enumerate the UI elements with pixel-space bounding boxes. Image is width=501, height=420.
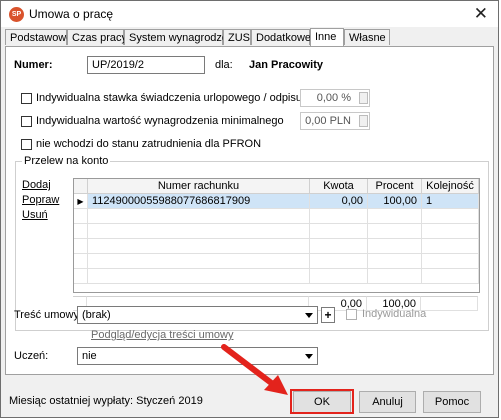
empty-row-cell: [422, 239, 479, 254]
empty-row-cell: [310, 224, 368, 239]
add-contract-text-button[interactable]: +: [321, 307, 335, 323]
account-number-cell[interactable]: 11249000055988077686817909: [88, 194, 310, 209]
empty-row-cell: [368, 224, 422, 239]
option-min-wage-checkbox[interactable]: [21, 116, 32, 127]
uczen-label: Uczeń:: [14, 350, 49, 362]
empty-row-cell: [88, 224, 310, 239]
dialog-window: SP Umowa o pracę ✕ Podstawowe Czas pracy…: [0, 0, 499, 418]
order-cell[interactable]: 1: [422, 194, 479, 209]
tab-inne[interactable]: Inne: [310, 28, 344, 46]
column-header-percent[interactable]: Procent: [368, 179, 422, 194]
empty-row-cell: [310, 269, 368, 284]
empty-row-cell: [422, 269, 479, 284]
empty-row-cell: [74, 224, 88, 239]
amount-cell[interactable]: 0,00: [310, 194, 368, 209]
chevron-down-icon: [305, 313, 313, 318]
contract-preview-link[interactable]: Podgląd/edycja treści umowy: [91, 329, 233, 341]
tresc-umowy-select[interactable]: (brak): [77, 306, 318, 324]
dla-label: dla:: [215, 59, 233, 71]
add-account-link[interactable]: Dodaj: [22, 179, 51, 191]
chevron-down-icon: [305, 354, 313, 359]
option-min-wage-label: Indywidualna wartość wynagrodzenia minim…: [36, 115, 284, 127]
empty-row-cell: [88, 209, 310, 224]
transfer-group-label: Przelew na konto: [22, 155, 111, 167]
numer-label: Numer:: [14, 59, 53, 71]
empty-row-cell: [368, 254, 422, 269]
totals-order-cell: [421, 296, 478, 311]
app-icon: SP: [9, 7, 24, 22]
status-text: Miesiąc ostatniej wypłaty: Styczeń 2019: [9, 395, 203, 407]
column-header-amount[interactable]: Kwota: [310, 179, 368, 194]
window-title: Umowa o pracę: [29, 7, 114, 21]
empty-row-cell: [88, 254, 310, 269]
row-indicator-icon: ▶: [74, 194, 88, 209]
empty-row-cell: [310, 239, 368, 254]
min-wage-calc-icon[interactable]: [359, 115, 368, 127]
tresc-umowy-value: (brak): [82, 309, 111, 321]
delete-account-link[interactable]: Usuń: [22, 209, 48, 221]
empty-row-cell: [88, 269, 310, 284]
tab-system-wynagrodzen[interactable]: System wynagrodzeń: [124, 29, 234, 45]
empty-row-cell: [88, 239, 310, 254]
empty-row-cell: [368, 239, 422, 254]
empty-row-cell: [310, 254, 368, 269]
individual-checkbox[interactable]: [346, 309, 357, 320]
option-pfron-label: nie wchodzi do stanu zatrudnienia dla PF…: [36, 138, 262, 150]
employee-name: Jan Pracowity: [249, 59, 323, 71]
empty-row-cell: [74, 239, 88, 254]
tab-podstawowe[interactable]: Podstawowe: [5, 29, 72, 45]
empty-row-cell: [74, 209, 88, 224]
percent-cell[interactable]: 100,00: [368, 194, 422, 209]
uczen-value: nie: [82, 350, 97, 362]
help-button[interactable]: Pomoc: [423, 391, 481, 413]
empty-row-cell: [74, 254, 88, 269]
empty-row-cell: [368, 209, 422, 224]
title-bar: SP Umowa o pracę ✕: [1, 1, 498, 27]
empty-row-cell: [422, 209, 479, 224]
empty-row-cell: [422, 254, 479, 269]
empty-row-cell: [368, 269, 422, 284]
accounts-table[interactable]: Numer rachunku Kwota Procent Kolejność ▶…: [73, 178, 480, 293]
individual-rate-calc-icon[interactable]: [359, 92, 368, 104]
option-pfron-checkbox[interactable]: [21, 139, 32, 150]
option-individual-rate-checkbox[interactable]: [21, 93, 32, 104]
edit-account-link[interactable]: Popraw: [22, 194, 59, 206]
tresc-umowy-label: Treść umowy:: [14, 309, 83, 321]
cancel-button[interactable]: Anuluj: [359, 391, 416, 413]
indicator-column-header: [74, 179, 88, 194]
close-icon[interactable]: ✕: [474, 4, 488, 24]
empty-row-cell: [74, 269, 88, 284]
empty-row-cell: [310, 209, 368, 224]
column-header-account[interactable]: Numer rachunku: [88, 179, 310, 194]
tab-czas-pracy[interactable]: Czas pracy: [67, 29, 127, 45]
column-header-order[interactable]: Kolejność: [422, 179, 479, 194]
tab-dodatkowe[interactable]: Dodatkowe: [251, 29, 311, 45]
empty-row-cell: [422, 224, 479, 239]
tab-wlasne[interactable]: Własne: [344, 29, 390, 45]
tab-zus[interactable]: ZUS: [223, 29, 251, 45]
individual-label: Indywidualna: [362, 308, 427, 320]
red-arrow-icon: [221, 344, 288, 395]
tab-panel-inne: Numer: UP/2019/2 dla: Jan Pracowity Indy…: [5, 46, 494, 375]
numer-input[interactable]: UP/2019/2: [87, 56, 205, 74]
ok-button[interactable]: OK: [293, 391, 351, 413]
